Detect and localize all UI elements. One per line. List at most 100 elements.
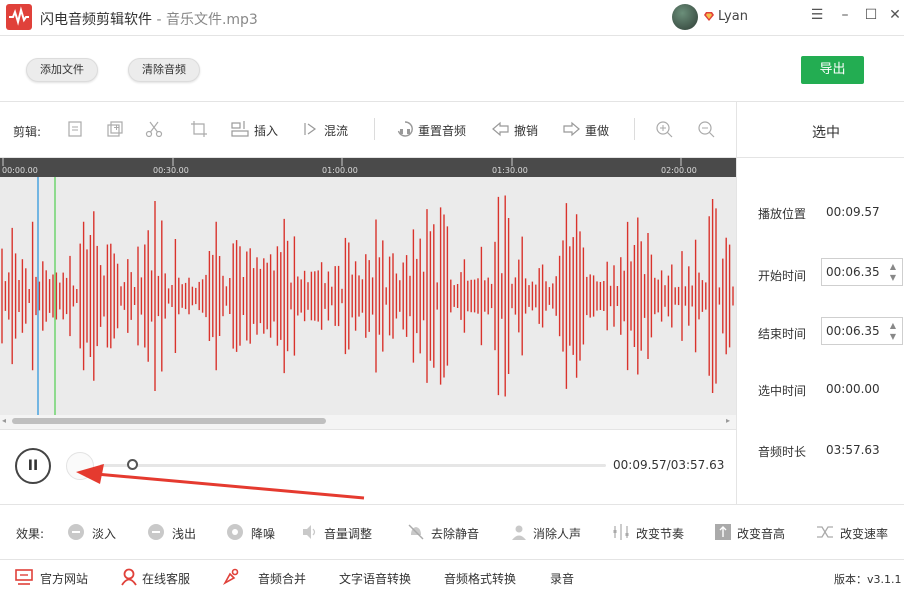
redo-icon[interactable] [562, 120, 580, 138]
change-pitch-button[interactable]: 改变音高 [737, 525, 785, 542]
scrollbar-thumb[interactable] [12, 418, 326, 424]
volume-icon[interactable] [301, 523, 319, 541]
audio-merge-link[interactable]: 音频合并 [258, 570, 306, 587]
pitch-icon[interactable] [714, 523, 732, 541]
title-separator: - [152, 12, 166, 28]
zoom-out-icon[interactable] [697, 120, 715, 138]
timeline-tick-label: 01:30.00 [492, 166, 528, 175]
duration-value: 03:57.63 [826, 443, 880, 457]
scroll-left-icon[interactable]: ◂ [2, 416, 6, 425]
format-convert-link[interactable]: 音频格式转换 [444, 570, 516, 587]
undo-button[interactable]: 撤销 [514, 122, 538, 139]
username[interactable]: Lyan [718, 9, 748, 24]
end-time-value: 00:06.35 [826, 324, 880, 338]
paste-icon[interactable] [106, 120, 124, 138]
remove-silence-button[interactable]: 去除静音 [431, 525, 479, 542]
file-name: 音乐文件.mp3 [165, 12, 258, 28]
insert-icon[interactable] [231, 120, 249, 138]
undo-icon[interactable] [492, 120, 510, 138]
fade-out-icon[interactable] [147, 523, 165, 541]
mix-button[interactable]: 混流 [324, 122, 348, 139]
playback-time: 00:09.57/03:57.63 [613, 458, 725, 472]
vip-icon [704, 12, 714, 21]
pause-button[interactable]: II [15, 448, 51, 484]
fade-in-icon[interactable] [67, 523, 85, 541]
playhead-dot[interactable] [66, 452, 94, 480]
start-time-input[interactable]: 00:06.35 ▲ ▼ [821, 258, 903, 286]
progress-track[interactable] [100, 464, 606, 467]
decrement-icon[interactable]: ▼ [888, 274, 898, 282]
remove-vocal-icon[interactable] [510, 523, 528, 541]
export-button[interactable]: 导出 [801, 56, 864, 84]
volume-adjust-button[interactable]: 音量调整 [324, 525, 372, 542]
zoom-in-icon[interactable] [655, 120, 673, 138]
text-to-speech-link[interactable]: 文字语音转换 [339, 570, 411, 587]
scissors-icon[interactable] [145, 120, 163, 138]
mute-icon[interactable] [407, 523, 425, 541]
tempo-icon[interactable] [612, 523, 630, 541]
denoise-icon[interactable] [226, 523, 244, 541]
start-time-label: 开始时间 [758, 269, 807, 283]
toolbar-separator [634, 118, 635, 140]
effects-label: 效果: [16, 527, 45, 541]
mix-icon[interactable] [303, 120, 321, 138]
version-label: 版本：v3.1.1 [834, 573, 902, 586]
selection-panel-title: 选中 [812, 125, 840, 141]
menu-icon[interactable]: ☰ [808, 7, 826, 23]
avatar[interactable] [672, 4, 698, 30]
fade-out-button[interactable]: 浅出 [172, 525, 196, 542]
play-position-label: 播放位置 [758, 207, 807, 221]
maximize-button[interactable]: ☐ [862, 7, 880, 23]
scroll-right-icon[interactable]: ▸ [726, 416, 730, 425]
progress-knob[interactable] [127, 459, 138, 470]
toolbar-separator [374, 118, 375, 140]
monitor-icon[interactable] [15, 568, 33, 586]
insert-button[interactable]: 插入 [254, 122, 278, 139]
start-time-value: 00:06.35 [826, 265, 880, 279]
remove-vocal-button[interactable]: 消除人声 [533, 525, 581, 542]
fade-in-button[interactable]: 淡入 [92, 525, 116, 542]
clear-audio-button[interactable]: 清除音频 [128, 58, 200, 82]
official-website-link[interactable]: 官方网站 [40, 570, 88, 587]
timeline-tick-label: 00:00.00 [2, 166, 38, 175]
online-support-link[interactable]: 在线客服 [142, 570, 190, 587]
timeline-tick-label: 01:00.00 [322, 166, 358, 175]
customer-service-icon[interactable] [120, 568, 138, 586]
timeline-ruler[interactable] [0, 158, 736, 177]
panel-divider [736, 101, 737, 504]
close-button[interactable]: ✕ [886, 7, 904, 23]
minimize-button[interactable]: – [836, 7, 854, 23]
reset-audio-button[interactable]: 重置音频 [418, 122, 466, 139]
window-title: 闪电音频剪辑软件 - 音乐文件.mp3 [40, 9, 258, 29]
selected-time-value: 00:00.00 [826, 382, 880, 396]
edit-label: 剪辑: [13, 125, 42, 139]
merge-icon[interactable] [222, 568, 240, 586]
decrement-icon[interactable]: ▼ [888, 333, 898, 341]
change-speed-button[interactable]: 改变速率 [840, 525, 888, 542]
increment-icon[interactable]: ▲ [888, 263, 898, 271]
copy-icon[interactable] [66, 120, 84, 138]
waveform[interactable] [0, 177, 736, 415]
end-time-label: 结束时间 [758, 327, 807, 341]
crop-icon[interactable] [190, 120, 208, 138]
change-tempo-button[interactable]: 改变节奏 [636, 525, 684, 542]
title-bar: 闪电音频剪辑软件 - 音乐文件.mp3 Lyan ☰ – ☐ ✕ [0, 0, 904, 36]
end-time-input[interactable]: 00:06.35 ▲ ▼ [821, 317, 903, 345]
app-logo-icon [6, 4, 32, 30]
timeline-tick-label: 02:00.00 [661, 166, 697, 175]
divider [0, 101, 904, 102]
denoise-button[interactable]: 降噪 [251, 525, 275, 542]
redo-button[interactable]: 重做 [585, 122, 609, 139]
waveform-area[interactable] [0, 177, 736, 415]
duration-label: 音频时长 [758, 445, 807, 459]
add-file-button[interactable]: 添加文件 [26, 58, 98, 82]
app-window: 闪电音频剪辑软件 - 音乐文件.mp3 Lyan ☰ – ☐ ✕ 添加文件 清除… [0, 0, 904, 592]
speed-icon[interactable] [816, 523, 834, 541]
play-position-value: 00:09.57 [826, 205, 880, 219]
record-link[interactable]: 录音 [550, 570, 574, 587]
increment-icon[interactable]: ▲ [888, 322, 898, 330]
reset-audio-icon[interactable] [396, 120, 414, 138]
app-name: 闪电音频剪辑软件 [40, 12, 152, 28]
timeline-tick-label: 00:30.00 [153, 166, 189, 175]
selected-time-label: 选中时间 [758, 384, 807, 398]
